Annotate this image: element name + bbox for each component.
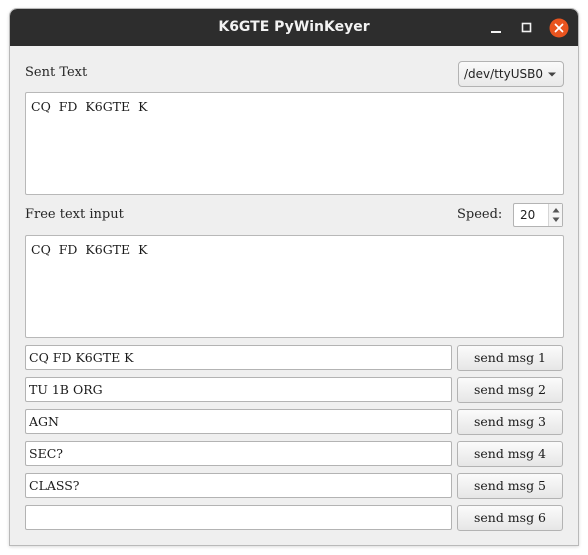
free-text-label: Free text input: [25, 207, 124, 222]
speed-label: Speed:: [457, 207, 503, 222]
minimize-icon: [491, 31, 501, 33]
close-button[interactable]: [549, 18, 569, 38]
free-text-area[interactable]: CQ FD K6GTE K: [25, 235, 564, 338]
send-msg-3-button[interactable]: send msg 3: [457, 409, 563, 435]
send-msg-2-button[interactable]: send msg 2: [457, 377, 563, 403]
speed-spin-buttons[interactable]: [548, 204, 562, 226]
title-bar[interactable]: K6GTE PyWinKeyer: [10, 9, 578, 46]
send-msg-5-button[interactable]: send msg 5: [457, 473, 563, 499]
minimize-button[interactable]: [486, 18, 506, 38]
message-field-5[interactable]: CLASS?: [25, 473, 452, 498]
message-field-6[interactable]: [25, 505, 452, 530]
message-field-3[interactable]: AGN: [25, 409, 452, 434]
port-select[interactable]: /dev/ttyUSB0: [458, 61, 564, 87]
port-select-value: /dev/ttyUSB0: [464, 67, 543, 81]
send-msg-6-button[interactable]: send msg 6: [457, 505, 563, 531]
speed-value: 20: [520, 208, 536, 222]
message-field-4[interactable]: SEC?: [25, 441, 452, 466]
maximize-icon: [521, 22, 532, 33]
send-msg-4-button[interactable]: send msg 4: [457, 441, 563, 467]
sent-text-area[interactable]: CQ FD K6GTE K: [25, 92, 564, 195]
message-field-2[interactable]: TU 1B ORG: [25, 377, 452, 402]
dropdown-arrow-icon: [548, 72, 556, 77]
spin-up-icon[interactable]: [552, 207, 560, 213]
send-msg-1-button[interactable]: send msg 1: [457, 345, 563, 371]
sent-text-label: Sent Text: [25, 65, 88, 80]
spin-down-icon[interactable]: [552, 217, 560, 223]
close-icon: [549, 18, 569, 38]
app-window: K6GTE PyWinKeyer Sent Text /dev/ttyUSB0 …: [9, 8, 579, 546]
maximize-button[interactable]: [517, 18, 537, 38]
speed-spinbox[interactable]: 20: [513, 203, 563, 227]
message-field-1[interactable]: CQ FD K6GTE K: [25, 345, 452, 370]
